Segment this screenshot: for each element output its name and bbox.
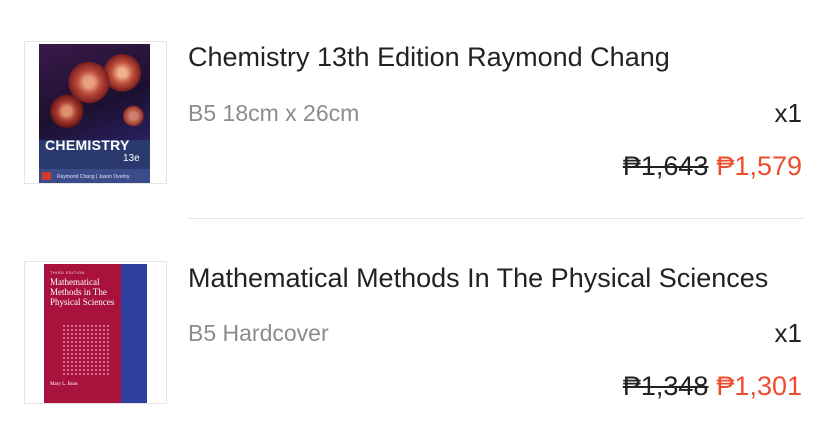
cover-artwork bbox=[39, 44, 150, 140]
cover-title: CHEMISTRY bbox=[45, 137, 130, 153]
original-price: ₱1,643 bbox=[622, 151, 709, 181]
sale-price: ₱1,579 bbox=[716, 151, 802, 181]
product-quantity: x1 bbox=[774, 318, 802, 348]
publisher-logo-icon bbox=[42, 172, 51, 180]
product-quantity: x1 bbox=[774, 98, 802, 128]
cart-item-chemistry[interactable]: CHEMISTRY 13e Raymond Chang | Jason Over… bbox=[0, 0, 828, 218]
cover-edition: THIRD EDITION bbox=[50, 270, 85, 275]
product-title[interactable]: Chemistry 13th Edition Raymond Chang bbox=[188, 42, 802, 73]
cover-author: Mary L. Boas bbox=[50, 382, 78, 387]
book-cover-chemistry: CHEMISTRY 13e Raymond Chang | Jason Over… bbox=[39, 44, 150, 183]
cover-title: Mathematical Methods in The Physical Sci… bbox=[50, 277, 115, 307]
cover-stripe bbox=[121, 264, 147, 403]
cover-authors: Raymond Chang | Jason Overby bbox=[57, 174, 130, 180]
price-group: ₱1,348 ₱1,301 bbox=[623, 371, 802, 402]
cover-edition: 13e bbox=[123, 153, 140, 164]
product-variant: B5 Hardcover bbox=[188, 320, 329, 346]
price-group: ₱1,643 ₱1,579 bbox=[623, 151, 802, 182]
cover-pattern bbox=[62, 324, 110, 376]
cart-item-math-methods[interactable]: THIRD EDITION Mathematical Methods in Th… bbox=[0, 219, 828, 433]
book-cover-math-methods: THIRD EDITION Mathematical Methods in Th… bbox=[44, 264, 147, 403]
sale-price: ₱1,301 bbox=[716, 371, 802, 401]
product-variant: B5 18cm x 26cm bbox=[188, 100, 360, 126]
product-title[interactable]: Mathematical Methods In The Physical Sci… bbox=[188, 263, 802, 294]
product-thumbnail[interactable]: THIRD EDITION Mathematical Methods in Th… bbox=[24, 261, 167, 404]
original-price: ₱1,348 bbox=[622, 371, 709, 401]
product-thumbnail[interactable]: CHEMISTRY 13e Raymond Chang | Jason Over… bbox=[24, 41, 167, 184]
